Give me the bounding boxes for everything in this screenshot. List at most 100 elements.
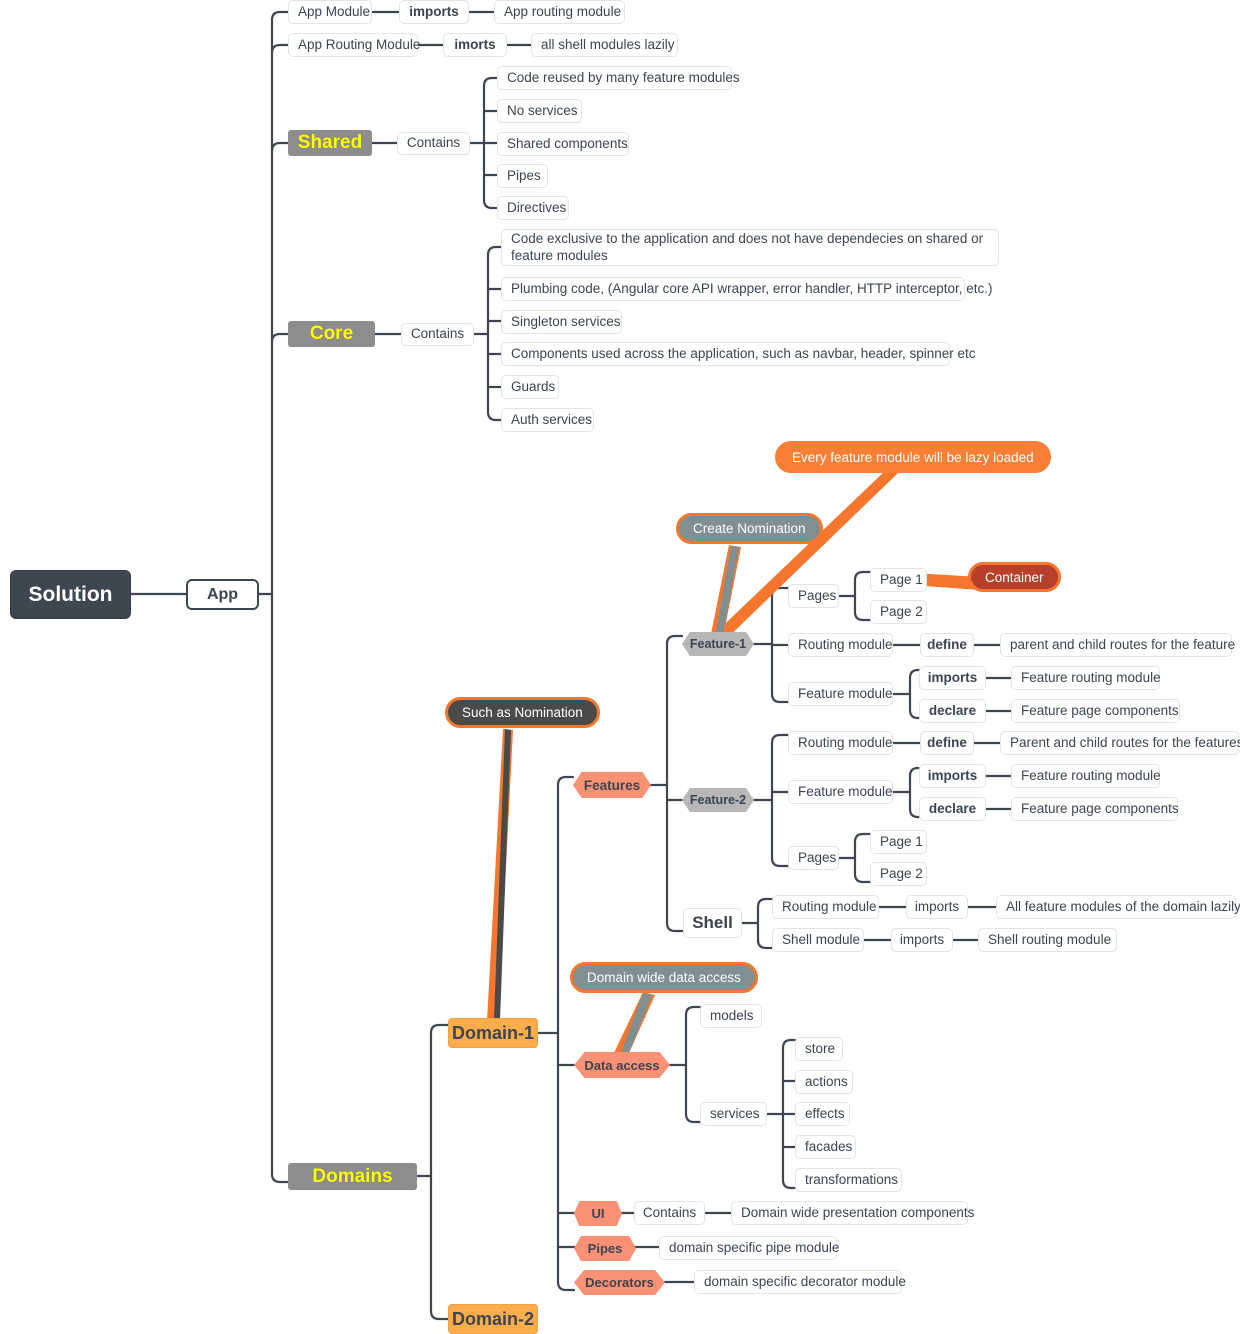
shell-routing-relation[interactable]: imports: [906, 895, 968, 919]
data-access-services-label: services: [710, 1105, 760, 1121]
ui-relation[interactable]: Contains: [634, 1201, 705, 1225]
callout-lazy-loaded[interactable]: Every feature module will be lazy loaded: [775, 441, 1051, 473]
wire-services-store: [781, 1038, 797, 1050]
wire-domains-domain1: [429, 1023, 450, 1035]
callout-domain-wide-data-access[interactable]: Domain wide data access: [570, 962, 758, 993]
node-pipes[interactable]: Pipes: [574, 1236, 636, 1261]
node-app-module[interactable]: App Module: [288, 0, 372, 24]
core-item[interactable]: Code exclusive to the application and do…: [501, 229, 999, 266]
shared-item[interactable]: Directives: [497, 196, 569, 220]
node-domain-2[interactable]: Domain-2: [448, 1304, 538, 1334]
shell-module[interactable]: Shell module: [772, 928, 864, 952]
core-item[interactable]: Components used across the application, …: [501, 342, 976, 366]
decorators-target[interactable]: domain specific decorator module: [694, 1270, 906, 1294]
feature-1-page-label: Page 1: [880, 571, 923, 587]
data-access-models[interactable]: models: [700, 1004, 762, 1028]
service-item[interactable]: effects: [795, 1102, 850, 1126]
shell-routing-module[interactable]: Routing module: [772, 895, 879, 919]
node-app-routing-module-target[interactable]: App routing module: [494, 0, 625, 24]
core-relation[interactable]: Contains: [401, 323, 474, 346]
node-feature-1[interactable]: Feature-1: [682, 632, 754, 656]
service-item[interactable]: transformations: [795, 1168, 902, 1192]
feature-1-feature-module[interactable]: Feature module: [788, 682, 893, 706]
feature-1-routing-module[interactable]: Routing module: [788, 633, 893, 657]
node-app-routing-module[interactable]: App Routing Module: [288, 33, 420, 57]
feature-1-label: Feature-1: [689, 637, 747, 651]
service-item[interactable]: store: [795, 1037, 843, 1061]
shared-item[interactable]: No services: [497, 99, 582, 123]
app-routing-target-label: all shell modules lazily: [541, 36, 675, 52]
ui-target[interactable]: Domain wide presentation components: [731, 1201, 974, 1225]
app-label: App: [206, 585, 239, 603]
shared-item-label: Directives: [507, 199, 567, 215]
node-domain-1[interactable]: Domain-1: [448, 1018, 538, 1048]
feature-2-routing-target[interactable]: Parent and child routes for the features: [1000, 731, 1240, 755]
feature-2-imports-target[interactable]: Feature routing module: [1011, 764, 1161, 788]
feature-1-routing-target[interactable]: parent and child routes for the feature: [1000, 633, 1235, 657]
wire-feature2-pages: [770, 856, 790, 868]
feature-2-page-item[interactable]: Page 2: [870, 862, 927, 886]
wire-domain1-decorators: [556, 1280, 576, 1292]
wire-core-item-5: [486, 410, 503, 422]
node-features[interactable]: Features: [573, 772, 651, 798]
feature-2-feature-module[interactable]: Feature module: [788, 780, 893, 804]
section-core[interactable]: Core: [288, 321, 375, 347]
wire-f2-page2: [853, 872, 872, 884]
feature-1-page-item[interactable]: Page 2: [870, 600, 927, 624]
feature-2-routing-relation[interactable]: define: [920, 731, 974, 755]
feature-2-imports-relation[interactable]: imports: [919, 764, 986, 788]
core-item-label: Guards: [511, 378, 556, 394]
core-relation-label: Contains: [410, 326, 465, 342]
feature-2-declare-target-label: Feature page components: [1021, 800, 1179, 816]
service-item[interactable]: actions: [795, 1070, 853, 1094]
feature-2-declare-target[interactable]: Feature page components: [1011, 797, 1179, 821]
feature-1-pages[interactable]: Pages: [788, 584, 839, 608]
shell-module-relation[interactable]: imports: [891, 928, 953, 952]
shell-routing-target[interactable]: All feature modules of the domain lazily: [996, 895, 1240, 919]
shell-module-label: Shell module: [782, 931, 861, 947]
feature-2-routing-module[interactable]: Routing module: [788, 731, 893, 755]
feature-1-page-item[interactable]: Page 1: [870, 568, 927, 592]
node-shell[interactable]: Shell: [683, 908, 742, 938]
data-access-services[interactable]: services: [700, 1102, 767, 1126]
feature-1-declare-relation[interactable]: declare: [919, 699, 986, 723]
root-solution-label: Solution: [28, 582, 113, 606]
node-all-shell-modules-lazily[interactable]: all shell modules lazily: [531, 33, 678, 57]
node-app-routing-relation[interactable]: imorts: [443, 33, 507, 57]
service-item-label: facades: [805, 1138, 853, 1154]
wire-f2-page1: [853, 832, 872, 844]
core-item-label: Plumbing code, (Angular core API wrapper…: [511, 280, 993, 296]
feature-2-page-item[interactable]: Page 1: [870, 830, 927, 854]
core-item[interactable]: Auth services: [501, 408, 594, 432]
feature-2-declare-relation[interactable]: declare: [919, 797, 986, 821]
feature-1-imports-target[interactable]: Feature routing module: [1011, 666, 1161, 690]
feature-2-pages[interactable]: Pages: [788, 846, 839, 870]
core-item[interactable]: Guards: [501, 375, 559, 399]
service-item[interactable]: facades: [795, 1135, 856, 1159]
app-module-label: App Module: [298, 3, 371, 19]
node-data-access[interactable]: Data access: [574, 1052, 670, 1078]
callout-create-nomination[interactable]: Create Nomination: [676, 513, 823, 544]
feature-1-imports-relation[interactable]: imports: [919, 666, 986, 690]
feature-1-declare-target[interactable]: Feature page components: [1011, 699, 1180, 723]
shell-module-target[interactable]: Shell routing module: [978, 928, 1117, 952]
node-feature-2[interactable]: Feature-2: [682, 788, 754, 812]
shared-item[interactable]: Shared components: [497, 132, 629, 156]
root-node-solution[interactable]: Solution: [10, 570, 131, 619]
callout-such-as-nomination[interactable]: Such as Nomination: [445, 697, 600, 728]
section-shared[interactable]: Shared: [288, 130, 372, 156]
node-ui[interactable]: UI: [574, 1201, 622, 1226]
feature-1-routing-relation[interactable]: define: [920, 633, 974, 657]
core-item[interactable]: Singleton services: [501, 310, 622, 334]
shared-item[interactable]: Pipes: [497, 164, 548, 188]
callout-container[interactable]: Container: [968, 562, 1061, 592]
section-domains[interactable]: Domains: [288, 1163, 417, 1190]
node-app-module-relation[interactable]: imports: [399, 0, 469, 24]
node-decorators[interactable]: Decorators: [574, 1270, 665, 1295]
shared-relation[interactable]: Contains: [397, 132, 470, 155]
node-app[interactable]: App: [186, 579, 259, 610]
core-item[interactable]: Plumbing code, (Angular core API wrapper…: [501, 277, 993, 301]
pipes-target[interactable]: domain specific pipe module: [659, 1236, 839, 1260]
shared-item[interactable]: Code reused by many feature modules: [497, 66, 740, 90]
feature-2-imports-label: imports: [927, 767, 978, 783]
